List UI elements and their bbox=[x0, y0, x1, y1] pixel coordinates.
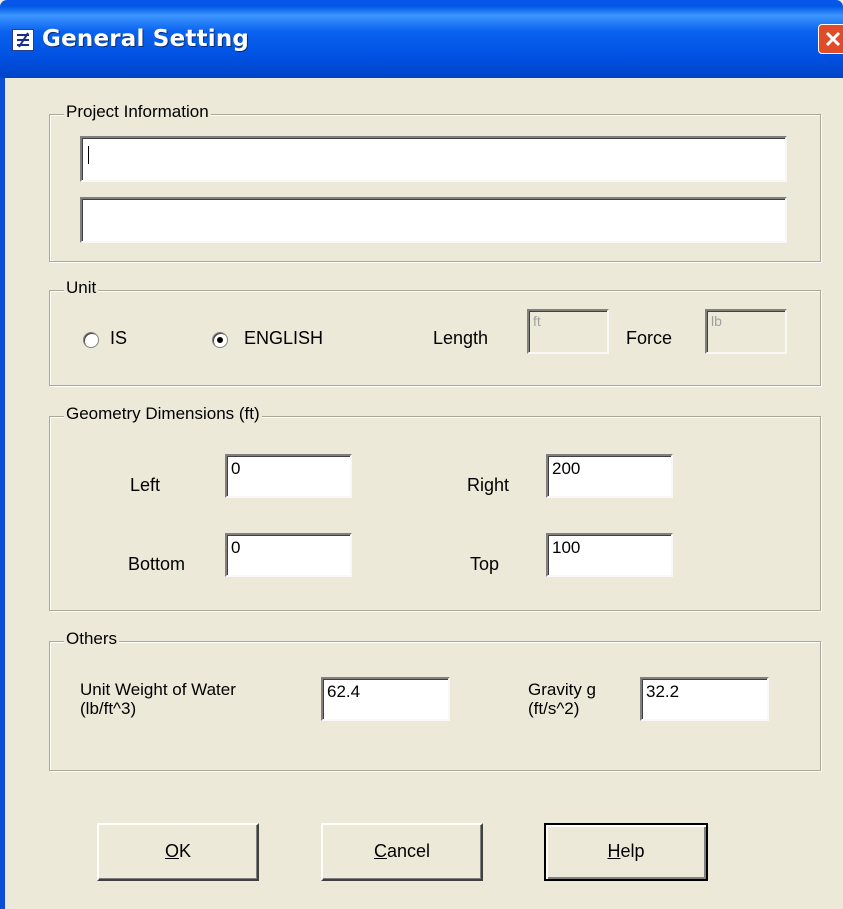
unit-weight-water-label-line2: (lb/ft^3) bbox=[80, 699, 137, 718]
unit-english-radio[interactable] bbox=[212, 332, 228, 348]
help-mnemonic: H bbox=[607, 841, 621, 861]
help-label-rest: elp bbox=[620, 841, 645, 861]
geometry-dimensions-legend: Geometry Dimensions (ft) bbox=[64, 404, 262, 424]
unit-is-label[interactable]: IS bbox=[110, 328, 127, 349]
window-frame-left bbox=[0, 78, 5, 909]
title-bar[interactable]: General Setting bbox=[0, 0, 843, 78]
unit-weight-water-field[interactable]: 62.4 bbox=[321, 677, 450, 721]
length-label: Length bbox=[433, 328, 489, 348]
top-label: Top bbox=[470, 554, 500, 574]
cancel-button[interactable]: Cancel bbox=[321, 823, 483, 881]
unit-is-radio[interactable] bbox=[83, 332, 99, 348]
window-title: General Setting bbox=[42, 26, 250, 52]
gravity-field[interactable]: 32.2 bbox=[640, 677, 769, 721]
help-button[interactable]: Help bbox=[544, 823, 708, 881]
text-caret bbox=[88, 146, 89, 164]
force-unit-field: lb bbox=[705, 309, 787, 354]
app-icon bbox=[12, 29, 34, 51]
unit-legend: Unit bbox=[64, 278, 99, 298]
bottom-label: Bottom bbox=[128, 554, 186, 574]
unit-weight-water-label-line1: Unit Weight of Water bbox=[80, 680, 236, 699]
length-unit-field: ft bbox=[527, 309, 609, 354]
ok-label-rest: K bbox=[179, 841, 192, 861]
cancel-label-rest: ancel bbox=[386, 841, 431, 861]
others-legend: Others bbox=[64, 629, 120, 649]
gravity-label-line2: (ft/s^2) bbox=[528, 699, 580, 718]
right-label: Right bbox=[467, 475, 510, 495]
right-field[interactable]: 200 bbox=[546, 454, 673, 498]
project-info-line2-field[interactable] bbox=[80, 197, 787, 243]
ok-button[interactable]: OK bbox=[97, 823, 259, 881]
radio-selected-dot bbox=[217, 337, 223, 343]
left-field[interactable]: 0 bbox=[225, 454, 352, 498]
top-field[interactable]: 100 bbox=[546, 533, 673, 577]
project-information-legend: Project Information bbox=[64, 102, 211, 122]
general-setting-dialog: General Setting Project Information Unit… bbox=[0, 0, 843, 909]
unit-weight-water-label: Unit Weight of Water (lb/ft^3) bbox=[80, 680, 236, 718]
unit-english-label[interactable]: ENGLISH bbox=[244, 328, 323, 349]
left-label: Left bbox=[130, 475, 161, 495]
close-button[interactable] bbox=[818, 24, 843, 54]
geometry-dimensions-group: Geometry Dimensions (ft) bbox=[49, 404, 821, 611]
cancel-mnemonic: C bbox=[373, 841, 387, 861]
bottom-field[interactable]: 0 bbox=[225, 533, 352, 577]
project-info-line1-field[interactable] bbox=[80, 136, 787, 182]
close-icon bbox=[825, 31, 841, 47]
gravity-label-line1: Gravity g bbox=[528, 680, 597, 699]
gravity-label: Gravity g (ft/s^2) bbox=[528, 680, 596, 718]
ok-mnemonic: O bbox=[164, 841, 179, 861]
force-label: Force bbox=[626, 328, 673, 348]
